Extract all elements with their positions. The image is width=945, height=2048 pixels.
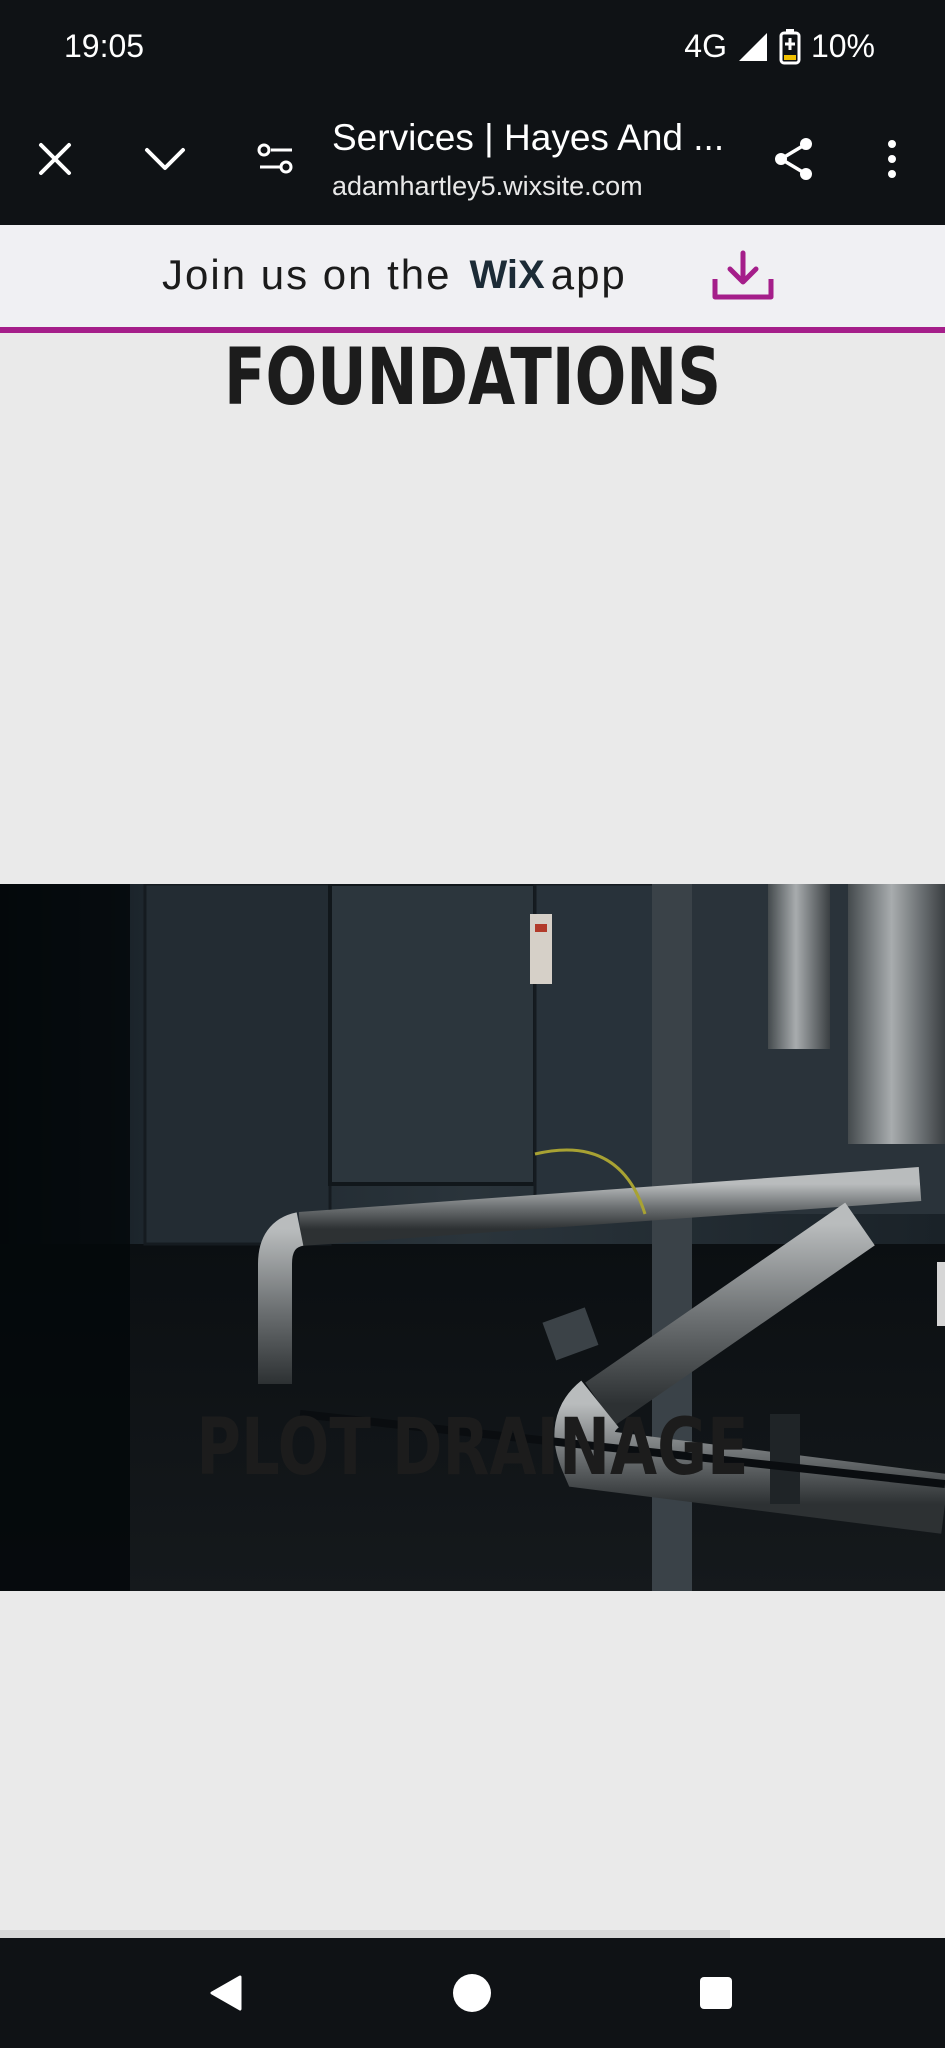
more-icon[interactable]	[862, 129, 922, 189]
chevron-down-icon[interactable]	[135, 129, 195, 189]
wix-logo: WiX	[469, 252, 545, 297]
page-url[interactable]: adamhartley5.wixsite.com	[332, 171, 643, 202]
status-indicators: 4G 10%	[684, 28, 875, 65]
section-heading-plot-drainage: PLOT DRAINAGE	[196, 1403, 749, 1493]
wix-app-banner[interactable]: Join us on the WiX app	[0, 225, 945, 327]
close-icon[interactable]	[25, 129, 85, 189]
wix-banner-prefix: Join us on the	[162, 251, 452, 298]
battery-level: 10%	[810, 28, 875, 64]
back-icon[interactable]	[196, 1963, 256, 2023]
browser-toolbar: Services | Hayes And ... adamhartley5.wi…	[0, 95, 945, 225]
wix-banner-suffix: app	[550, 251, 627, 298]
home-icon[interactable]	[442, 1963, 502, 2023]
section-heading-foundations: FOUNDATIONS	[223, 333, 722, 423]
site-settings-icon[interactable]	[246, 129, 306, 189]
battery-icon	[779, 28, 801, 64]
page-title[interactable]: Services | Hayes And ...	[332, 117, 752, 159]
network-label: 4G	[684, 28, 727, 64]
content-divider	[0, 1930, 730, 1938]
page-content: FOUNDATIONS PLOT DRAINAGE	[0, 333, 945, 2013]
wix-banner-text: Join us on the WiX app	[162, 251, 627, 299]
signal-icon	[738, 32, 767, 61]
scroll-indicator[interactable]	[937, 1262, 945, 1326]
status-time: 19:05	[64, 28, 145, 64]
download-icon[interactable]	[710, 249, 776, 308]
recents-icon[interactable]	[686, 1963, 746, 2023]
system-navigation-bar	[0, 1938, 945, 2048]
share-icon[interactable]	[764, 129, 824, 189]
status-bar: 19:05 4G 10%	[0, 0, 945, 95]
